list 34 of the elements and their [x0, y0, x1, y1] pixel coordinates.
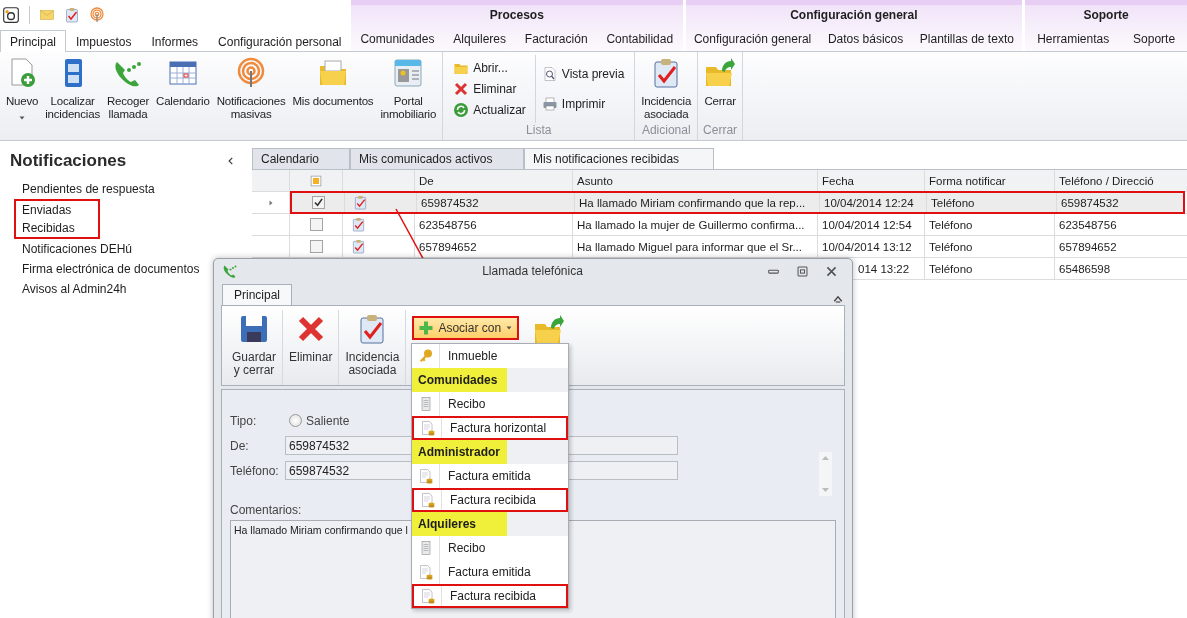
table-cell: 10/04/2014 12:24	[824, 196, 914, 209]
menu-section-header: Comunidades	[412, 368, 507, 392]
group-label: Lista	[526, 123, 552, 137]
table-cell: Teléfono	[929, 262, 973, 275]
table-cell: 623548756	[419, 218, 477, 231]
table-cell: 657894652	[419, 240, 477, 253]
group-label: Adicional	[641, 123, 691, 137]
table-cell: 659874532	[421, 196, 479, 209]
table-cell: 659874532	[1061, 196, 1119, 209]
radio-label: Saliente	[306, 413, 350, 428]
menu-section-header: Administrador	[412, 440, 507, 464]
window-title: Llamada telefónica	[481, 264, 584, 279]
table-cell: Ha llamado Miguel para informar que el Sr...	[577, 240, 802, 253]
table-cell: 65486598	[1059, 262, 1111, 275]
table-cell: 10/04/2014 12:54	[822, 218, 912, 231]
field-label: Comentarios:	[230, 503, 303, 517]
table-cell: 623548756	[1059, 218, 1117, 231]
table-cell: 657894652	[1059, 240, 1117, 253]
field-label: Tipo:	[230, 413, 258, 428]
table-cell: 10/04/2014 13:12	[822, 240, 912, 253]
table-cell: Ha llamado Miriam confirmando que la rep...	[579, 196, 806, 209]
group-label: Cerrar	[703, 123, 738, 137]
field-label: De:	[230, 438, 250, 453]
table-cell: Teléfono	[929, 240, 973, 253]
tab-group-title: Configuración general	[789, 7, 919, 24]
tab-group-title: Procesos	[488, 7, 545, 24]
tab-group-title: Soporte	[1082, 7, 1130, 24]
field-label: Teléfono:	[230, 463, 280, 478]
table-cell: 014 13:22	[858, 262, 910, 275]
panel-title: Notificaciones	[10, 151, 127, 171]
menu-section-header: Alquileres	[412, 512, 507, 536]
table-cell: Teléfono	[931, 196, 975, 209]
table-cell: Teléfono	[929, 218, 973, 231]
table-cell: Ha llamado la mujer de Guillermo confirma...	[577, 218, 805, 231]
